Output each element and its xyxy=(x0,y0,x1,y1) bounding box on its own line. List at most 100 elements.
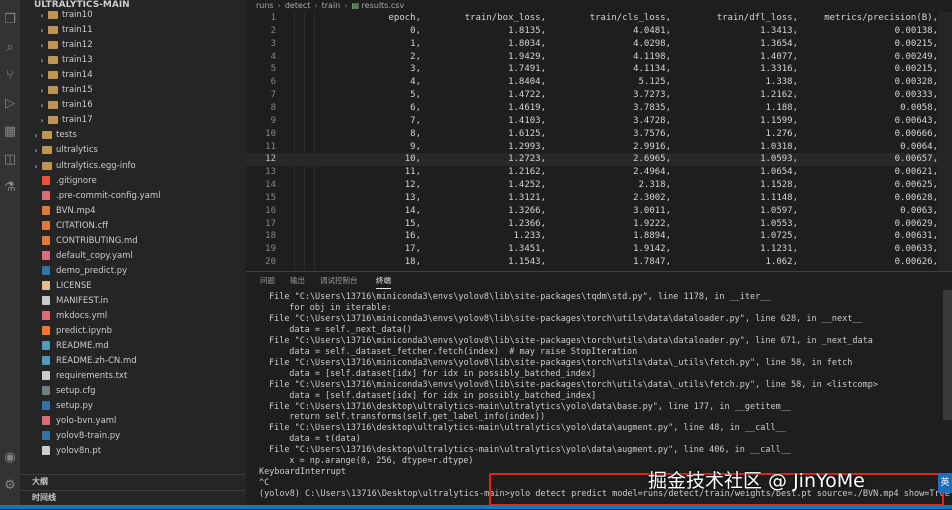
csv-cell: 1.0318, xyxy=(760,141,798,152)
code-line[interactable]: 17 15, 1.2366, 1.9222, 1.0553, 0.00629, xyxy=(246,218,952,231)
file-item[interactable]: yolov8-train.py xyxy=(20,429,246,444)
folder-item[interactable]: › train12 xyxy=(20,38,246,53)
csv-cell: 1.0593, xyxy=(760,154,798,165)
csv-cell: 0.00625, xyxy=(894,180,938,191)
file-item[interactable]: yolo-bvn.yaml xyxy=(20,414,246,429)
folder-item[interactable]: › train13 xyxy=(20,53,246,68)
file-item[interactable]: mkdocs.yml xyxy=(20,309,246,324)
minimap[interactable] xyxy=(938,12,952,271)
file-item[interactable]: predict.ipynb xyxy=(20,324,246,339)
code-line[interactable]: 2 0, 1.8135, 4.0481, 1.3413, 0.00138, xyxy=(246,25,952,38)
csv-cell: 1, xyxy=(410,38,421,49)
file-item[interactable]: .gitignore xyxy=(20,174,246,189)
code-line[interactable]: 20 18, 1.1543, 1.7847, 1.062, 0.00626, xyxy=(246,256,952,269)
code-line[interactable]: 5 3, 1.7491, 4.1134, 1.3316, 0.00215, xyxy=(246,63,952,76)
csv-cell: 1.338, xyxy=(765,77,798,88)
terminal-line: data = t(data) xyxy=(279,434,361,445)
code-line[interactable]: 15 13, 1.3121, 2.3002, 1.1148, 0.00628, xyxy=(246,192,952,205)
panel-tab[interactable]: 输出 xyxy=(290,272,305,290)
code-line[interactable]: 7 5, 1.4722, 3.7273, 1.2162, 0.00333, xyxy=(246,89,952,102)
breadcrumb-segment[interactable]: runs xyxy=(256,1,274,10)
code-line[interactable]: 10 8, 1.6125, 3.7576, 1.276, 0.00666, xyxy=(246,128,952,141)
run-debug-icon[interactable]: ▷ xyxy=(2,96,18,112)
tree-item-label: mkdocs.yml xyxy=(56,311,108,321)
file-item[interactable]: CONTRIBUTING.md xyxy=(20,234,246,249)
csv-cell: 15, xyxy=(404,218,421,229)
chevron-right-icon: › xyxy=(344,1,348,10)
gear-icon[interactable]: ⚙ xyxy=(2,478,18,494)
code-line[interactable]: 19 17, 1.3451, 1.9142, 1.1231, 0.00633, xyxy=(246,243,952,256)
code-line[interactable]: 4 2, 1.9429, 4.1198, 1.4077, 0.00249, xyxy=(246,51,952,64)
file-item[interactable]: BVN.mp4 xyxy=(20,204,246,219)
files-icon[interactable]: ❐ xyxy=(2,12,18,28)
code-line[interactable]: 13 11, 1.2162, 2.4964, 1.0654, 0.00621, xyxy=(246,166,952,179)
file-item[interactable]: README.md xyxy=(20,339,246,354)
code-line[interactable]: 14 12, 1.4252, 2.318, 1.1528, 0.00625, xyxy=(246,179,952,192)
terminal-scrollbar[interactable] xyxy=(943,290,952,420)
csv-cell: 0.00657, xyxy=(894,154,938,165)
tree-item-label: default_copy.yaml xyxy=(56,250,133,261)
tree-item-label: demo_predict.py xyxy=(56,265,128,276)
folder-item[interactable]: › train17 xyxy=(20,113,246,128)
panel-tab[interactable]: 终端 xyxy=(376,272,391,289)
timeline-section[interactable]: 时间线 xyxy=(20,490,246,504)
panel-tab[interactable]: 问题 xyxy=(260,272,275,290)
code-line[interactable]: 11 9, 1.2993, 2.9916, 1.0318, 0.0064, xyxy=(246,141,952,154)
csv-cell: 2.3002, xyxy=(633,192,671,203)
csv-cell: 4, xyxy=(410,77,421,88)
folder-item[interactable]: › train10 xyxy=(20,8,246,23)
code-line[interactable]: 18 16, 1.233, 1.8894, 1.0725, 0.00631, xyxy=(246,230,952,243)
testing-icon[interactable]: ⚗ xyxy=(2,180,18,196)
line-number: 1 xyxy=(270,13,276,23)
folder-item[interactable]: › train15 xyxy=(20,83,246,98)
breadcrumb-segment[interactable]: train xyxy=(322,1,341,10)
chevron-right-icon: › xyxy=(40,116,44,126)
file-item[interactable]: .pre-commit-config.yaml xyxy=(20,189,246,204)
code-line[interactable]: 1 epoch, train/box_loss, train/cls_loss, tra… xyxy=(246,12,952,25)
chevron-right-icon: › xyxy=(40,71,44,81)
chevron-right-icon: › xyxy=(277,1,281,10)
code-line[interactable]: 3 1, 1.8034, 4.0298, 1.3654, 0.00215, xyxy=(246,38,952,51)
folder-item[interactable]: › ultralytics xyxy=(20,143,246,158)
code-line[interactable]: 8 6, 1.4619, 3.7835, 1.188, 0.0058, xyxy=(246,102,952,115)
remote-explorer-icon[interactable]: ◫ xyxy=(2,152,18,168)
file-item[interactable]: CITATION.cff xyxy=(20,219,246,234)
file-item[interactable]: demo_predict.py xyxy=(20,264,246,279)
code-line[interactable]: 6 4, 1.8404, 5.125, 1.338, 0.00328, xyxy=(246,76,952,89)
breadcrumb-segment[interactable]: detect xyxy=(285,1,311,10)
extensions-icon[interactable]: ▦ xyxy=(2,124,18,140)
folder-item[interactable]: › ultralytics.egg-info xyxy=(20,159,246,174)
search-icon[interactable]: ⌕ xyxy=(2,40,18,56)
panel-tab[interactable]: 调试控制台 xyxy=(320,272,358,290)
folder-icon xyxy=(48,11,58,19)
folder-item[interactable]: › train14 xyxy=(20,68,246,83)
file-item[interactable]: README.zh-CN.md xyxy=(20,354,246,369)
file-icon xyxy=(42,431,50,441)
file-item[interactable]: requirements.txt xyxy=(20,369,246,384)
terminal-line: ^C xyxy=(259,478,270,489)
csv-cell: 0.00626, xyxy=(894,257,938,268)
csv-cell: 3.4728, xyxy=(633,115,671,126)
csv-cell: 3, xyxy=(410,64,421,75)
csv-cell: 4.0481, xyxy=(633,25,671,36)
breadcrumb-segment[interactable]: results.csv xyxy=(362,1,405,10)
code-line[interactable]: 12 10, 1.2723, 2.6965, 1.0593, 0.00657, xyxy=(246,153,952,167)
tree-item-label: train10 xyxy=(62,10,93,20)
file-item[interactable]: yolov8n.pt xyxy=(20,444,246,459)
file-icon xyxy=(42,446,50,456)
file-item[interactable]: setup.py xyxy=(20,399,246,414)
account-icon[interactable]: ◉ xyxy=(2,450,18,466)
outline-section[interactable]: 大纲 xyxy=(20,474,246,488)
terminal-line: File "C:\Users\13716\miniconda3\envs\yol… xyxy=(269,357,853,368)
file-item[interactable]: default_copy.yaml xyxy=(20,249,246,264)
code-line[interactable]: 9 7, 1.4103, 3.4728, 1.1599, 0.00643, xyxy=(246,115,952,128)
file-item[interactable]: setup.cfg xyxy=(20,384,246,399)
folder-item[interactable]: › tests xyxy=(20,128,246,143)
folder-item[interactable]: › train16 xyxy=(20,98,246,113)
file-item[interactable]: LICENSE xyxy=(20,279,246,294)
file-item[interactable]: MANIFEST.in xyxy=(20,294,246,309)
folder-item[interactable]: › train11 xyxy=(20,23,246,38)
terminal-line: KeyboardInterrupt xyxy=(259,467,346,478)
code-line[interactable]: 16 14, 1.3266, 3.0011, 1.0597, 0.0063, xyxy=(246,205,952,218)
source-control-icon[interactable]: ⑂ xyxy=(2,68,18,84)
